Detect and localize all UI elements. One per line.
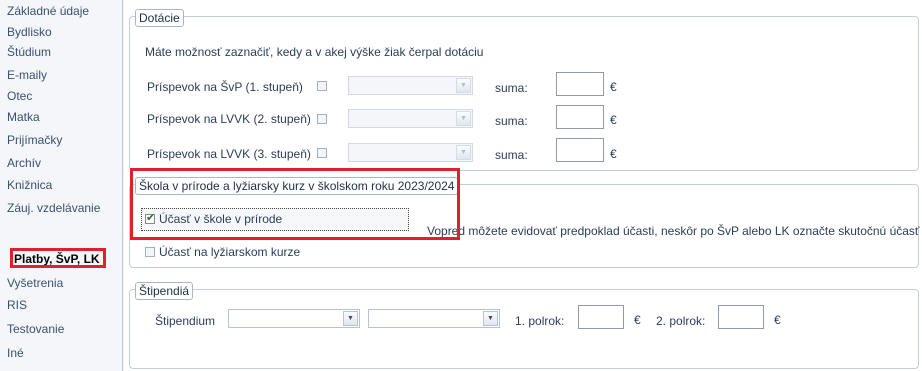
sidebar-item-kniznica[interactable]: Knižnica bbox=[7, 178, 52, 192]
stipendium-combo-1[interactable]: ▼ bbox=[228, 309, 360, 328]
prispevok-svp-currency: € bbox=[610, 80, 617, 94]
chevron-down-icon[interactable]: ▼ bbox=[456, 111, 471, 126]
sidebar-item-ine[interactable]: Iné bbox=[7, 346, 24, 360]
chevron-down-icon[interactable]: ▼ bbox=[483, 311, 498, 326]
polrok-1-label: 1. polrok: bbox=[515, 314, 565, 328]
dotacie-description: Máte možnosť zaznačiť, kedy a v akej výš… bbox=[145, 45, 484, 59]
prispevok-svp-combo[interactable]: ▼ bbox=[348, 76, 473, 95]
sidebar-item-archiv[interactable]: Archív bbox=[7, 156, 41, 170]
sidebar-item-otec[interactable]: Otec bbox=[7, 89, 32, 103]
sidebar-item-vysetrenia[interactable]: Vyšetrenia bbox=[7, 276, 63, 290]
prispevok-lvvk3-label: Príspevok na LVVK (3. stupeň) bbox=[147, 147, 311, 161]
sidebar-item-testovanie[interactable]: Testovanie bbox=[7, 322, 64, 336]
sidebar-item-zauj-vzdelavanie[interactable]: Záuj. vzdelávanie bbox=[7, 201, 100, 215]
sidebar-item-matka[interactable]: Matka bbox=[7, 110, 40, 124]
chevron-down-icon[interactable]: ▼ bbox=[456, 78, 471, 93]
prispevok-lvvk3-checkbox[interactable] bbox=[317, 148, 327, 158]
prispevok-lvvk2-combo[interactable]: ▼ bbox=[348, 109, 473, 128]
prispevok-lvvk2-sum-label: suma: bbox=[495, 114, 528, 128]
prispevok-svp-sum-input[interactable] bbox=[556, 72, 604, 96]
prispevok-svp-sum-label: suma: bbox=[495, 81, 528, 95]
main-panel: Dotácie Máte možnosť zaznačiť, kedy a v … bbox=[124, 0, 922, 371]
prispevok-lvvk3-combo[interactable]: ▼ bbox=[348, 143, 473, 162]
prispevok-lvvk3-sum-label: suma: bbox=[495, 148, 528, 162]
sidebar-item-emaily[interactable]: E-maily bbox=[7, 68, 47, 82]
stipendia-title: Štipendiá bbox=[135, 282, 194, 300]
prispevok-svp-label: Príspevok na ŠvP (1. stupeň) bbox=[147, 80, 303, 94]
sidebar-item-ris[interactable]: RIS bbox=[7, 298, 27, 312]
polrok-2-label: 2. polrok: bbox=[656, 314, 706, 328]
prispevok-lvvk3-sum-input[interactable] bbox=[556, 138, 604, 162]
sidebar-item-zakladne-udaje[interactable]: Základné údaje bbox=[7, 4, 89, 18]
prispevok-lvvk2-checkbox[interactable] bbox=[317, 114, 327, 124]
polrok-1-input[interactable] bbox=[578, 305, 624, 329]
chevron-down-icon[interactable]: ▼ bbox=[456, 145, 471, 160]
prispevok-lvvk2-label: Príspevok na LVVK (2. stupeň) bbox=[147, 112, 311, 126]
sidebar-item-studium[interactable]: Štúdium bbox=[7, 45, 51, 59]
prispevok-lvvk3-currency: € bbox=[610, 147, 617, 161]
polrok-1-currency: € bbox=[634, 313, 641, 327]
polrok-2-input[interactable] bbox=[718, 305, 764, 329]
sidebar-highlight-box bbox=[10, 248, 106, 268]
ucast-lk-checkbox[interactable] bbox=[145, 247, 155, 257]
prispevok-svp-checkbox[interactable] bbox=[317, 81, 327, 91]
chevron-down-icon[interactable]: ▼ bbox=[343, 311, 358, 326]
stipendium-combo-2[interactable]: ▼ bbox=[368, 309, 500, 328]
dotacie-title: Dotácie bbox=[135, 9, 184, 27]
polrok-2-currency: € bbox=[774, 313, 781, 327]
prispevok-lvvk2-sum-input[interactable] bbox=[556, 105, 604, 129]
prispevok-lvvk2-currency: € bbox=[610, 113, 617, 127]
sidebar-item-prijimacky[interactable]: Prijímačky bbox=[7, 133, 62, 147]
stipendia-group bbox=[129, 289, 919, 369]
skola-highlight-box bbox=[130, 168, 460, 240]
sidebar-nav: Základné údaje Bydlisko Štúdium E-maily … bbox=[0, 0, 123, 371]
ucast-lk-label[interactable]: Účasť na lyžiarskom kurze bbox=[159, 245, 300, 259]
stipendium-label: Štipendium bbox=[155, 314, 216, 328]
skola-note: Vopred môžete evidovať predpoklad účasti… bbox=[427, 224, 920, 238]
sidebar-item-bydlisko[interactable]: Bydlisko bbox=[7, 25, 52, 39]
